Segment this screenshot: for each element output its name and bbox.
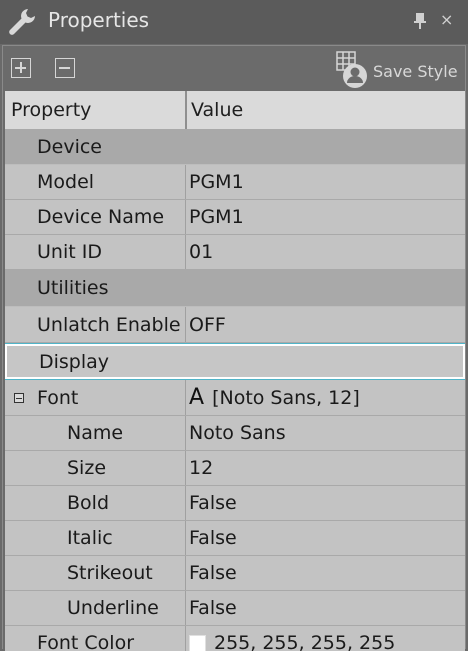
cell-divider	[185, 235, 186, 269]
property-row-device-name[interactable]: Device Name PGM1	[5, 200, 465, 235]
property-label: Font	[37, 380, 78, 415]
category-row-device[interactable]: Device	[5, 129, 465, 165]
property-value[interactable]: False	[189, 521, 237, 555]
property-label: Unlatch Enable	[37, 307, 181, 342]
column-divider[interactable]	[185, 91, 187, 129]
collapse-toggle-icon[interactable]	[14, 393, 24, 403]
save-style-label: Save Style	[373, 62, 458, 81]
column-header-property[interactable]: Property	[11, 91, 91, 129]
property-row-font-italic[interactable]: Italic False	[5, 521, 465, 556]
property-label: Unit ID	[37, 235, 102, 269]
close-icon[interactable]: ×	[440, 10, 453, 29]
properties-panel: Save Style Property Value Device Model P…	[2, 45, 466, 649]
cell-divider	[185, 486, 186, 520]
cell-divider	[185, 556, 186, 590]
property-value[interactable]: Noto Sans	[189, 416, 286, 450]
property-label: Bold	[67, 486, 109, 520]
property-row-unit-id[interactable]: Unit ID 01	[5, 235, 465, 270]
property-label: Device Name	[37, 200, 164, 234]
property-row-font-underline[interactable]: Underline False	[5, 591, 465, 626]
property-row-font-size[interactable]: Size 12	[5, 451, 465, 486]
property-value[interactable]: False	[189, 556, 237, 590]
category-row-display[interactable]: Display	[5, 344, 465, 379]
property-value[interactable]: False	[189, 591, 237, 625]
font-icon: A	[189, 385, 204, 410]
property-label: Font Color	[37, 626, 134, 651]
property-value[interactable]: A [Noto Sans, 12]	[189, 380, 360, 415]
category-label: Display	[39, 346, 109, 377]
column-header-value[interactable]: Value	[191, 91, 243, 129]
property-value[interactable]: OFF	[189, 307, 226, 342]
toolbar: Save Style	[3, 46, 465, 90]
cell-divider	[185, 200, 186, 234]
title-bar: Properties ×	[0, 0, 468, 44]
property-value[interactable]: 01	[189, 235, 213, 269]
cell-divider	[185, 451, 186, 485]
property-row-font[interactable]: Font A [Noto Sans, 12]	[5, 380, 465, 416]
color-swatch	[189, 635, 206, 651]
window-title: Properties	[48, 8, 149, 32]
property-label: Italic	[67, 521, 113, 555]
property-row-font-name[interactable]: Name Noto Sans	[5, 416, 465, 451]
property-value[interactable]: 255, 255, 255, 255	[189, 626, 395, 651]
category-row-utilities[interactable]: Utilities	[5, 270, 465, 307]
property-label: Underline	[67, 591, 159, 625]
category-label: Utilities	[37, 270, 109, 306]
property-label: Size	[67, 451, 106, 485]
category-label: Device	[37, 129, 102, 164]
pin-icon[interactable]	[412, 12, 428, 30]
collapse-all-button[interactable]	[55, 58, 75, 78]
cell-divider	[185, 307, 186, 342]
grid-header: Property Value	[5, 91, 465, 129]
font-summary: [Noto Sans, 12]	[212, 387, 360, 409]
property-row-font-color[interactable]: Font Color 255, 255, 255, 255	[5, 626, 465, 651]
property-label: Name	[67, 416, 123, 450]
property-row-font-bold[interactable]: Bold False	[5, 486, 465, 521]
property-label: Model	[37, 165, 94, 199]
property-grid: Property Value Device Model PGM1 Device …	[5, 91, 465, 651]
save-style-icon	[333, 50, 373, 90]
property-row-unlatch-enable[interactable]: Unlatch Enable OFF	[5, 307, 465, 343]
property-label: Strikeout	[67, 556, 153, 590]
property-value[interactable]: PGM1	[189, 200, 244, 234]
property-row-font-strikeout[interactable]: Strikeout False	[5, 556, 465, 591]
cell-divider	[185, 416, 186, 450]
property-value[interactable]: 12	[189, 451, 213, 485]
cell-divider	[185, 380, 186, 415]
cell-divider	[185, 521, 186, 555]
wrench-icon	[6, 6, 38, 38]
cell-divider	[185, 626, 186, 651]
save-style-button[interactable]: Save Style	[333, 50, 461, 90]
cell-divider	[185, 591, 186, 625]
property-value[interactable]: PGM1	[189, 165, 244, 199]
cell-divider	[185, 165, 186, 199]
property-value[interactable]: False	[189, 486, 237, 520]
property-row-model[interactable]: Model PGM1	[5, 165, 465, 200]
expand-all-button[interactable]	[11, 58, 31, 78]
color-value: 255, 255, 255, 255	[214, 632, 395, 651]
